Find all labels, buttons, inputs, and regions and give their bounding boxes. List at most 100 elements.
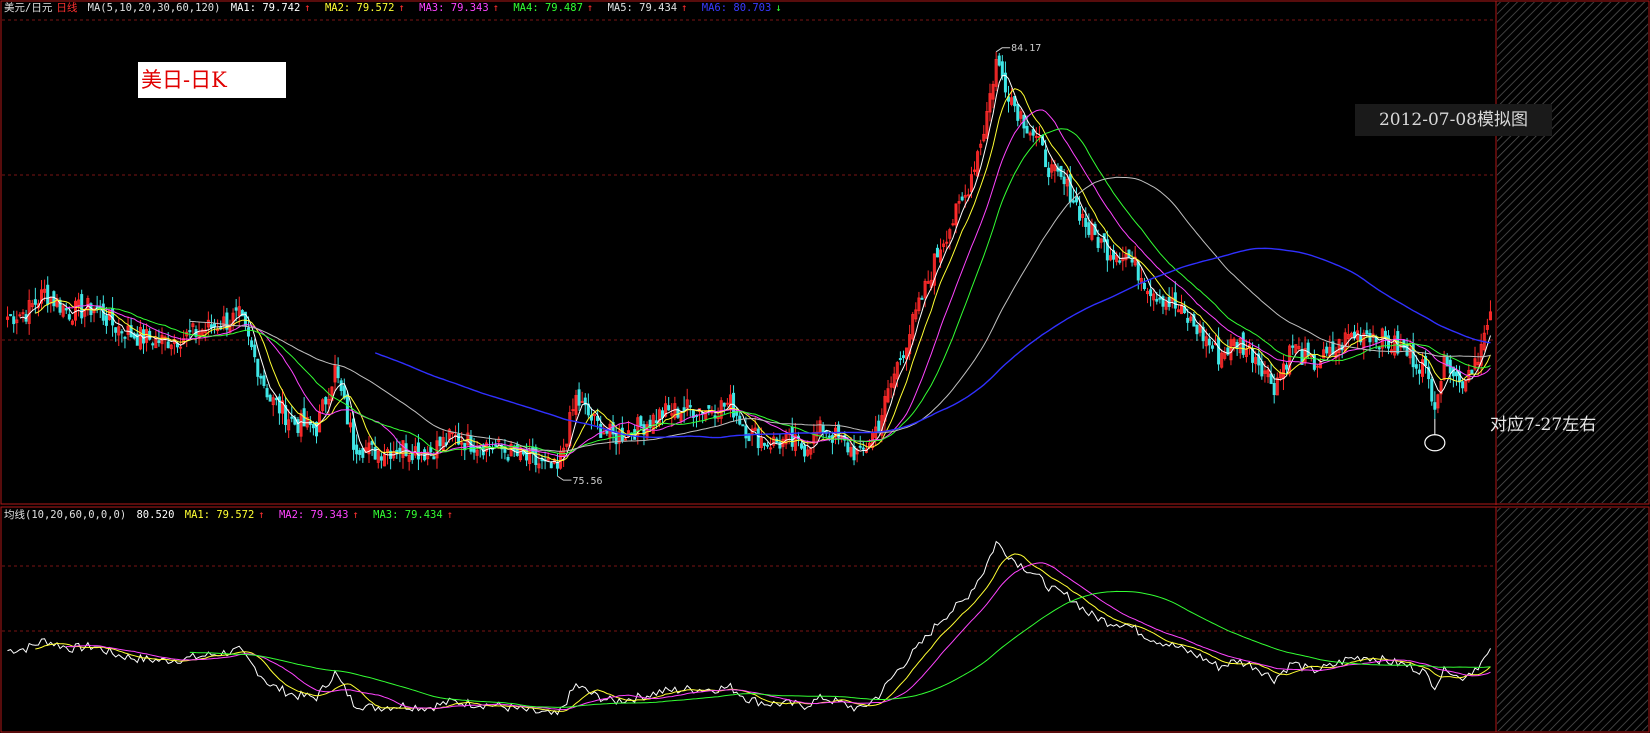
candle [284, 396, 288, 433]
candle [1482, 325, 1486, 352]
ma6-value: MA6: 80.703 ↓ [701, 2, 782, 14]
candle [33, 287, 37, 314]
candle-body [438, 436, 442, 447]
candle-body [311, 423, 315, 429]
candle-body [803, 445, 807, 457]
candle [179, 337, 183, 358]
candle [636, 414, 640, 445]
candle [308, 416, 312, 433]
candle-body [1016, 103, 1020, 121]
candle-body [639, 416, 643, 427]
candle [188, 318, 192, 340]
period-label[interactable]: 日线 [56, 2, 77, 14]
candle [1071, 189, 1075, 204]
candle [886, 379, 890, 404]
candle-body [268, 394, 272, 402]
price-panel[interactable]: 84.17 75.56 美元/日元 日线 MA(5,10,20,30,60,120)… [0, 0, 1650, 506]
candle-body [1130, 259, 1134, 263]
candle-body [555, 462, 559, 469]
candle [1359, 327, 1363, 346]
candle-body [756, 428, 760, 449]
candle [1377, 345, 1381, 358]
candle [1105, 230, 1109, 272]
ind-ma2-value: MA2: 79.343 ↑ [278, 509, 359, 521]
candle-body [166, 341, 170, 349]
candle-body [234, 307, 238, 311]
candle-body [262, 375, 266, 386]
candle-body [722, 402, 726, 407]
candle-body [1269, 373, 1273, 384]
candle [46, 276, 50, 313]
candle-body [1078, 206, 1082, 221]
candle [555, 453, 559, 477]
candle-body [379, 456, 383, 461]
candle [1022, 114, 1026, 138]
candle-body [790, 426, 794, 447]
indicator-name[interactable]: 均线(10,20,60,0,0,0) [4, 509, 126, 521]
candle-body [1084, 217, 1088, 227]
candle [725, 397, 729, 407]
candle [809, 447, 813, 460]
candle [1013, 96, 1017, 113]
candle-body [1034, 135, 1038, 138]
ma-params-label: MA(5,10,20,30,60,120) [87, 2, 221, 14]
candle-body [463, 442, 467, 451]
candle [426, 445, 430, 466]
candle-body [852, 446, 856, 461]
candle-body [1405, 343, 1409, 356]
candle [611, 415, 615, 443]
candle [750, 425, 754, 446]
candle [401, 440, 405, 469]
candle [722, 402, 726, 415]
candle [1349, 331, 1353, 338]
candle [1458, 365, 1462, 393]
candle-body [725, 402, 729, 405]
candle [951, 218, 955, 227]
candle [1099, 237, 1103, 249]
candle-body [213, 323, 217, 328]
candle [1047, 161, 1051, 186]
candle [185, 328, 189, 348]
ma-line-ma5 [189, 176, 1491, 452]
candle [52, 290, 56, 312]
candle [311, 421, 315, 436]
candle-body [997, 55, 1001, 66]
candle [1393, 328, 1397, 359]
candle [15, 310, 19, 335]
candle-body [1031, 129, 1035, 136]
candle [1028, 130, 1032, 141]
candle-body [1186, 317, 1190, 323]
candle [27, 289, 31, 335]
candle [762, 442, 766, 450]
indicator-panel[interactable]: 均线(10,20,60,0,0,0) 80.520 MA1: 79.572 ↑ M… [0, 506, 1650, 733]
candle [1235, 339, 1239, 356]
candle [926, 270, 930, 285]
symbol-label[interactable]: 美元/日元 [4, 2, 52, 14]
candle-body [858, 445, 862, 448]
candle-body [324, 397, 328, 405]
candle [163, 335, 167, 351]
candle [766, 442, 770, 449]
candle [673, 396, 677, 421]
candle [982, 125, 986, 143]
candle [1402, 339, 1406, 351]
candle-body [1025, 125, 1029, 134]
candle [1139, 267, 1143, 291]
candle [61, 304, 65, 319]
candle [256, 358, 260, 386]
candle [463, 442, 467, 461]
candle [1343, 328, 1347, 353]
candle [1430, 376, 1434, 406]
candle [305, 411, 309, 430]
candle [339, 378, 343, 396]
candle [648, 415, 652, 433]
candle [1387, 330, 1391, 355]
ma-line-ma1 [19, 74, 1491, 464]
candle [577, 382, 581, 411]
candle-body [602, 432, 606, 435]
candle [151, 341, 155, 350]
candle-body [472, 446, 476, 453]
candle [120, 329, 124, 343]
candle-body [256, 358, 260, 377]
candle [1244, 339, 1248, 363]
